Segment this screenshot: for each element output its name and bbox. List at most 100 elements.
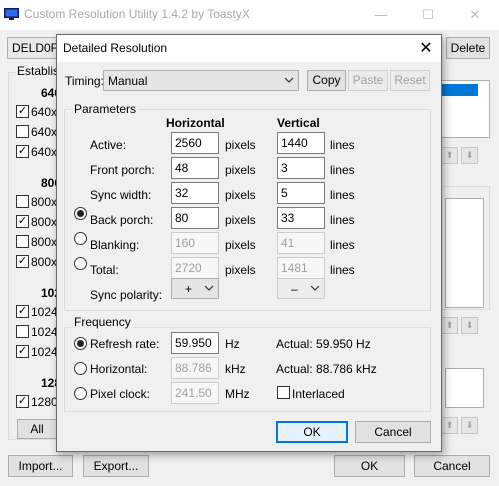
- pixel-clock-input[interactable]: 241.50: [171, 382, 219, 404]
- sync-width-vertical-input[interactable]: 5: [277, 182, 325, 204]
- pixel-clock-label: Pixel clock:: [90, 387, 151, 401]
- refresh-rate-input[interactable]: 59.950: [171, 332, 219, 354]
- import-button[interactable]: Import...: [8, 455, 73, 477]
- copy-button[interactable]: Copy: [307, 70, 346, 91]
- mode-label: 800x: [31, 215, 58, 229]
- checkbox[interactable]: [16, 195, 29, 209]
- all-button[interactable]: All: [17, 419, 57, 439]
- vertical-polarity-value: –: [291, 282, 298, 296]
- interlaced-checkbox[interactable]: [277, 386, 290, 399]
- mode-checkbox-row[interactable]: ✓ 1024: [16, 305, 58, 320]
- move-down-button[interactable]: ⬇: [461, 147, 478, 164]
- main-cancel-button[interactable]: Cancel: [414, 455, 490, 477]
- active-label: Active:: [90, 138, 127, 152]
- mode-checkbox-row[interactable]: 640x: [16, 125, 57, 140]
- checkbox[interactable]: ✓: [16, 305, 29, 319]
- horizontal-frequency-input[interactable]: 88.786: [171, 357, 219, 379]
- timing-label: Timing:: [65, 74, 104, 88]
- vertical-polarity-dropdown[interactable]: –: [277, 278, 325, 299]
- hz-unit: Hz: [225, 337, 240, 351]
- delete-button[interactable]: Delete: [446, 37, 490, 59]
- sync-polarity-label: Sync polarity:: [90, 288, 163, 302]
- blanking-horizontal-input[interactable]: 160: [171, 232, 219, 254]
- horizontal-polarity-dropdown[interactable]: +: [171, 278, 219, 299]
- move-down-button[interactable]: ⬇: [461, 417, 478, 434]
- mode-checkbox-row[interactable]: ✓ 1024: [16, 345, 58, 360]
- horizontal-frequency-label: Horizontal:: [90, 362, 148, 376]
- blanking-vertical-input[interactable]: 41: [277, 232, 325, 254]
- back-porch-radio[interactable]: [74, 207, 87, 220]
- blanking-radio[interactable]: [74, 232, 87, 245]
- mhz-unit: MHz: [225, 387, 250, 401]
- mode-checkbox-row[interactable]: ✓ 800x: [16, 255, 57, 270]
- mode-label: 1024: [31, 325, 58, 339]
- pixel-clock-radio[interactable]: [74, 387, 87, 400]
- horizontal-polarity-value: +: [185, 282, 193, 296]
- paste-button[interactable]: Paste: [348, 70, 388, 91]
- blanking-label: Blanking:: [90, 238, 140, 252]
- total-horizontal-input[interactable]: 2720: [171, 257, 219, 279]
- lines-unit: lines: [330, 138, 355, 152]
- mode-checkbox-row[interactable]: 800x: [16, 235, 57, 250]
- move-up-button[interactable]: ⬆: [441, 317, 458, 334]
- checkbox[interactable]: ✓: [16, 145, 29, 159]
- dialog-close-button[interactable]: ✕: [414, 38, 438, 60]
- checkbox[interactable]: ✓: [16, 105, 29, 119]
- mode-label: 800x: [31, 195, 58, 209]
- reset-button[interactable]: Reset: [390, 70, 430, 91]
- timing-value: Manual: [108, 74, 148, 88]
- front-porch-horizontal-input[interactable]: 48: [171, 157, 219, 179]
- actual-horizontal-frequency: Actual: 88.786 kHz: [276, 362, 377, 376]
- dialog-ok-button[interactable]: OK: [276, 421, 348, 443]
- standard-resolutions-list[interactable]: [445, 198, 484, 308]
- chevron-down-icon: [204, 285, 214, 291]
- parameters-label: Parameters: [72, 102, 139, 116]
- maximize-button[interactable]: ☐: [413, 4, 443, 26]
- mode-checkbox-row[interactable]: ✓ 800x: [16, 215, 57, 230]
- pixels-unit: pixels: [225, 138, 256, 152]
- dialog-cancel-button[interactable]: Cancel: [355, 421, 431, 443]
- active-horizontal-input[interactable]: 2560: [171, 132, 219, 154]
- checkbox[interactable]: [16, 125, 29, 139]
- checkbox[interactable]: ✓: [16, 345, 29, 359]
- sync-width-horizontal-input[interactable]: 32: [171, 182, 219, 204]
- move-up-button[interactable]: ⬆: [441, 417, 458, 434]
- move-up-button[interactable]: ⬆: [441, 147, 458, 164]
- vertical-header: Vertical: [277, 116, 320, 130]
- total-vertical-input[interactable]: 1481: [277, 257, 325, 279]
- mode-checkbox-row[interactable]: ✓ 1280: [16, 395, 58, 410]
- active-vertical-input[interactable]: 1440: [277, 132, 325, 154]
- horizontal-frequency-radio[interactable]: [74, 362, 87, 375]
- pixels-unit: pixels: [225, 263, 256, 277]
- monitor-app-icon: [4, 8, 19, 20]
- mode-checkbox-row[interactable]: ✓ 640x: [16, 105, 57, 120]
- mode-label: 800x: [31, 235, 58, 249]
- front-porch-vertical-input[interactable]: 3: [277, 157, 325, 179]
- dialog-title: Detailed Resolution: [63, 41, 168, 55]
- checkbox[interactable]: ✓: [16, 255, 29, 269]
- checkbox[interactable]: ✓: [16, 215, 29, 229]
- extension-blocks-list[interactable]: [445, 368, 484, 408]
- mode-checkbox-row[interactable]: 800x: [16, 195, 57, 210]
- pixels-unit: pixels: [225, 238, 256, 252]
- mode-checkbox-row[interactable]: 1024: [16, 325, 58, 340]
- interlaced-label: Interlaced: [292, 387, 345, 401]
- checkbox[interactable]: [16, 325, 29, 339]
- selected-list-item[interactable]: [436, 84, 478, 96]
- main-ok-button[interactable]: OK: [334, 455, 405, 477]
- refresh-rate-radio[interactable]: [74, 337, 87, 350]
- timing-dropdown[interactable]: Manual: [103, 70, 299, 91]
- export-button[interactable]: Export...: [83, 455, 149, 477]
- move-down-button[interactable]: ⬇: [461, 317, 478, 334]
- checkbox[interactable]: [16, 235, 29, 249]
- back-porch-horizontal-input[interactable]: 80: [171, 207, 219, 229]
- minimize-button[interactable]: —: [366, 4, 396, 26]
- mode-checkbox-row[interactable]: ✓ 640x: [16, 145, 57, 160]
- checkbox[interactable]: ✓: [16, 395, 29, 409]
- total-label: Total:: [90, 263, 119, 277]
- back-porch-label: Back porch:: [90, 213, 154, 227]
- detailed-resolution-dialog: Detailed Resolution ✕ Timing: Manual Cop…: [56, 34, 442, 452]
- back-porch-vertical-input[interactable]: 33: [277, 207, 325, 229]
- total-radio[interactable]: [74, 257, 87, 270]
- close-button[interactable]: ✕: [460, 4, 490, 26]
